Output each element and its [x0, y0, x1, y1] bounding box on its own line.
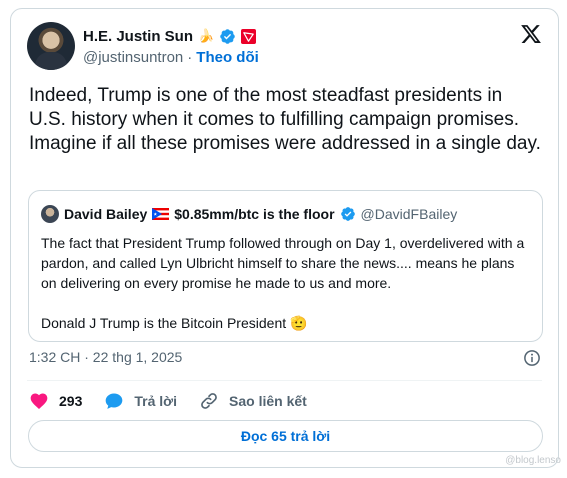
- verified-badge-icon: [220, 28, 235, 44]
- link-icon: [201, 393, 217, 409]
- author-handle-row: @justinsuntron · Theo dõi: [83, 49, 259, 66]
- read-replies-button[interactable]: Đọc 65 trả lời: [28, 420, 543, 452]
- reply-label: Trả lời: [134, 393, 177, 409]
- author-display-name[interactable]: H.E. Justin Sun: [83, 28, 193, 45]
- author-avatar[interactable]: [27, 22, 75, 70]
- tweet-timestamp[interactable]: 1:32 CH · 22 thg 1, 2025: [29, 349, 182, 365]
- quoted-author-handle[interactable]: @DavidFBailey: [361, 206, 458, 222]
- tweet-text: Indeed, Trump is one of the most steadfa…: [29, 85, 541, 154]
- watermark: @blog.lenso: [505, 455, 561, 466]
- follow-link[interactable]: Theo dõi: [196, 49, 259, 66]
- copy-link-button[interactable]: Sao liên kết: [199, 391, 307, 411]
- quoted-author-name[interactable]: David Bailey: [64, 206, 147, 222]
- handle-separator: ·: [187, 49, 193, 66]
- quoted-paragraph-2: Donald J Trump is the Bitcoin President …: [41, 315, 308, 331]
- tron-logo-icon: [241, 28, 257, 44]
- banana-emoji-icon: 🍌: [198, 28, 215, 43]
- quoted-author-avatar[interactable]: [41, 205, 59, 223]
- quoted-tweet[interactable]: David Bailey $0.85mm/btc is the floor @D…: [28, 190, 543, 342]
- quoted-paragraph-1: The fact that President Trump followed t…: [41, 235, 525, 291]
- x-logo-icon[interactable]: [520, 23, 542, 45]
- puerto-rico-flag-icon: [152, 208, 170, 220]
- reply-button[interactable]: Trả lời: [104, 391, 177, 411]
- quoted-author-name-suffix[interactable]: $0.85mm/btc is the floor: [174, 206, 334, 222]
- info-icon[interactable]: [523, 349, 541, 367]
- action-bar: 293 Trả lời Sao liên kết: [29, 390, 329, 412]
- tweet-card[interactable]: H.E. Justin Sun 🍌 @justinsuntron · Theo dõ…: [10, 8, 559, 468]
- reply-bubble-icon: [106, 393, 123, 409]
- quoted-author-row: David Bailey $0.85mm/btc is the floor @D…: [41, 205, 457, 223]
- heart-icon: [30, 393, 48, 409]
- author-handle[interactable]: @justinsuntron: [83, 49, 183, 66]
- divider: [27, 380, 542, 381]
- author-name-row: H.E. Justin Sun 🍌: [83, 26, 257, 46]
- copy-link-label: Sao liên kết: [229, 393, 307, 409]
- like-button[interactable]: 293: [29, 391, 82, 411]
- like-count: 293: [59, 393, 83, 409]
- quoted-tweet-body: The fact that President Trump followed t…: [41, 233, 531, 333]
- verified-badge-icon: [340, 207, 355, 221]
